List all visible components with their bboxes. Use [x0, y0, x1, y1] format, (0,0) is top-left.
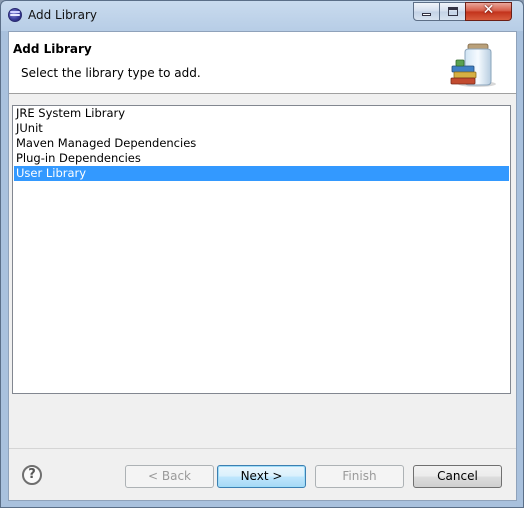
wizard-header: Add Library Select the library type to a… — [9, 32, 516, 94]
page-description: Select the library type to add. — [21, 66, 201, 80]
library-type-list[interactable]: JRE System Library JUnit Maven Managed D… — [12, 105, 511, 394]
next-button[interactable]: Next > — [217, 465, 306, 488]
maximize-button[interactable] — [439, 2, 466, 21]
cancel-button[interactable]: Cancel — [413, 465, 502, 488]
list-item-user-library[interactable]: User Library — [14, 166, 509, 181]
list-item-plug-in-dependencies[interactable]: Plug-in Dependencies — [13, 151, 510, 166]
close-button[interactable]: ✕ — [465, 2, 512, 21]
page-title: Add Library — [13, 42, 92, 56]
window-title: Add Library — [28, 8, 98, 22]
dialog-body: Add Library Select the library type to a… — [8, 31, 517, 501]
list-item-jre-system-library[interactable]: JRE System Library — [13, 106, 510, 121]
add-library-window: Add Library ✕ Add Library Select the lib… — [0, 0, 524, 508]
title-bar[interactable]: Add Library ✕ — [1, 1, 523, 31]
library-jar-icon — [450, 43, 496, 87]
minimize-icon — [422, 13, 431, 16]
eclipse-icon[interactable] — [8, 8, 22, 22]
back-button[interactable]: < Back — [125, 465, 214, 488]
maximize-icon — [448, 7, 458, 16]
footer-divider — [9, 448, 516, 449]
minimize-button[interactable] — [413, 2, 440, 21]
help-button[interactable]: ? — [22, 465, 42, 485]
list-item-junit[interactable]: JUnit — [13, 121, 510, 136]
close-icon: ✕ — [482, 2, 495, 18]
finish-button[interactable]: Finish — [315, 465, 404, 488]
list-item-maven-managed-dependencies[interactable]: Maven Managed Dependencies — [13, 136, 510, 151]
